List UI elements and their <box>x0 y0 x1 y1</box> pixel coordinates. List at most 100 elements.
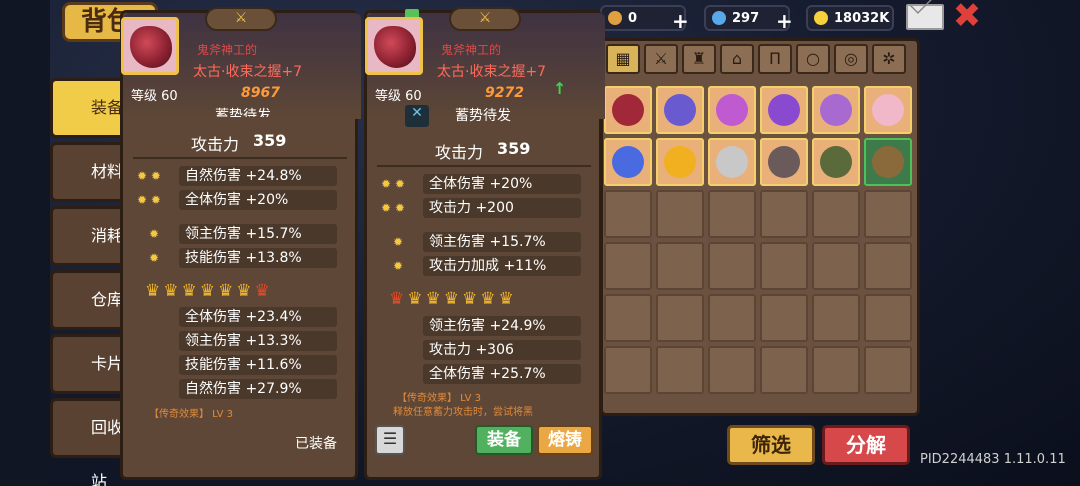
crown-icon: ♛ <box>181 281 200 301</box>
stat-row: 领主伤害 +13.3% <box>179 331 337 351</box>
inventory-slot[interactable] <box>760 190 808 238</box>
stat-row: 技能伤害 +11.6% <box>179 355 337 375</box>
inventory-slot[interactable] <box>604 86 652 134</box>
gem-counter: 297 + <box>704 5 793 33</box>
legend-description: 释放任意蓄力攻击时，尝试将黑 <box>393 407 533 418</box>
list-icon[interactable]: ☰ <box>375 425 405 455</box>
equip-button[interactable]: 装备 <box>475 425 533 455</box>
filter-all-icon[interactable]: ▦ <box>606 44 640 74</box>
attack-label: 攻击力 <box>435 143 484 162</box>
legend-effect: 【传奇效果】 LV 3 <box>397 393 482 404</box>
inventory-slot[interactable] <box>604 190 652 238</box>
equipped-status: 已装备 <box>295 436 337 452</box>
inventory-slot[interactable] <box>864 190 912 238</box>
inventory-slot[interactable] <box>604 346 652 394</box>
inventory-slot[interactable] <box>812 138 860 186</box>
claw-item-icon <box>612 94 644 126</box>
forge-button[interactable]: 熔铸 <box>537 425 593 455</box>
crown-rating: ♛♛♛♛♛♛♛ <box>389 289 517 309</box>
inventory-slot[interactable] <box>656 138 704 186</box>
inventory-slot[interactable] <box>760 346 808 394</box>
inventory-slot[interactable] <box>656 346 704 394</box>
item-quality: 鬼斧神工的 <box>441 43 502 57</box>
inventory-slot[interactable] <box>812 86 860 134</box>
inventory-slot[interactable] <box>708 190 756 238</box>
claw-icon <box>130 26 172 68</box>
gear-item-icon <box>820 146 852 178</box>
orb-item-icon <box>612 146 644 178</box>
inventory-slot[interactable] <box>760 242 808 290</box>
decompose-button[interactable]: 分解 <box>822 425 910 465</box>
inventory-slot[interactable] <box>604 242 652 290</box>
inventory-slot[interactable] <box>864 294 912 342</box>
locked-item-icon <box>768 94 800 126</box>
crown-icon: ♛ <box>462 289 481 309</box>
inventory-slot[interactable] <box>760 138 808 186</box>
inventory-slot[interactable] <box>864 346 912 394</box>
filter-button[interactable]: 筛选 <box>727 425 815 465</box>
skill-name: 蓄势待发 <box>215 108 271 117</box>
build-id: PID2244483 1.11.0.11 <box>920 452 1066 467</box>
filter-settings-icon[interactable]: ✲ <box>872 44 906 74</box>
crown-icon: ♛ <box>480 289 499 309</box>
inventory-slot[interactable] <box>656 242 704 290</box>
star-icon: ✹ ✹ <box>137 169 161 183</box>
mail-icon[interactable] <box>906 4 944 30</box>
divider <box>133 157 347 159</box>
filter-amulet-icon[interactable]: ◎ <box>834 44 868 74</box>
inventory-slot[interactable] <box>708 138 756 186</box>
attack-value: 359 <box>497 139 531 158</box>
filter-ring-icon[interactable]: ○ <box>796 44 830 74</box>
stat-row: 自然伤害 +27.9% <box>179 379 337 399</box>
filter-pants-icon[interactable]: Π <box>758 44 792 74</box>
close-icon[interactable]: ✖ <box>952 0 982 33</box>
pants-item-icon <box>820 94 852 126</box>
inventory-slot[interactable] <box>864 86 912 134</box>
inventory-slot[interactable] <box>656 294 704 342</box>
left-strip <box>0 0 50 486</box>
stat-row: 全体伤害 +25.7% <box>423 364 581 384</box>
item-name: 太古·收束之握+7 <box>193 64 303 80</box>
item-level: 等级 60 <box>375 89 422 104</box>
star-icon: ✹ <box>393 235 404 249</box>
inventory-slot[interactable] <box>760 86 808 134</box>
equipped-item-card: ⚔ 鬼斧神工的 太古·收束之握+7 等级 60 8967 蓄势待发 攻击力 35… <box>120 7 361 480</box>
inventory-slot[interactable] <box>812 294 860 342</box>
add-key-button[interactable]: + <box>672 9 689 33</box>
inventory-slot[interactable] <box>864 138 912 186</box>
add-gem-button[interactable]: + <box>776 9 793 33</box>
key-icon <box>608 11 622 25</box>
crown-icon: ♛ <box>199 281 218 301</box>
inventory-slot[interactable] <box>708 294 756 342</box>
filter-weapon-icon[interactable]: ⚔ <box>644 44 678 74</box>
inventory-slot[interactable] <box>812 346 860 394</box>
inventory-slot[interactable] <box>604 138 652 186</box>
inventory-slot[interactable] <box>708 346 756 394</box>
star-icon: ✹ <box>393 259 404 273</box>
inventory-slot[interactable] <box>864 242 912 290</box>
inventory-slot[interactable] <box>812 190 860 238</box>
inventory-slot[interactable] <box>812 242 860 290</box>
star-icon: ✹ ✹ <box>381 201 405 215</box>
crown-icon: ♛ <box>407 289 426 309</box>
inventory-slot[interactable] <box>708 242 756 290</box>
coin-item-icon <box>664 146 696 178</box>
stat-row: 自然伤害 +24.8% <box>179 166 337 186</box>
stat-row: 领主伤害 +15.7% <box>423 232 581 252</box>
stat-row: 领主伤害 +24.9% <box>423 316 581 336</box>
crown-icon: ♛ <box>425 289 444 309</box>
inventory-slot[interactable] <box>760 294 808 342</box>
crown-icon: ♛ <box>218 281 237 301</box>
category-filter-bar: ▦ ⚔ ♜ ⌂ Π ○ ◎ ✲ <box>604 44 916 76</box>
inventory-slot[interactable] <box>604 294 652 342</box>
stat-row: 全体伤害 +20% <box>423 174 581 194</box>
inventory-slot[interactable] <box>656 86 704 134</box>
helmet-item-icon <box>716 94 748 126</box>
item-portrait <box>365 17 423 75</box>
inventory-slot[interactable] <box>656 190 704 238</box>
filter-armor-icon[interactable]: ♜ <box>682 44 716 74</box>
inventory-slot[interactable] <box>708 86 756 134</box>
claw-icon <box>374 26 416 68</box>
stat-row: 攻击力加成 +11% <box>423 256 581 276</box>
filter-helmet-icon[interactable]: ⌂ <box>720 44 754 74</box>
